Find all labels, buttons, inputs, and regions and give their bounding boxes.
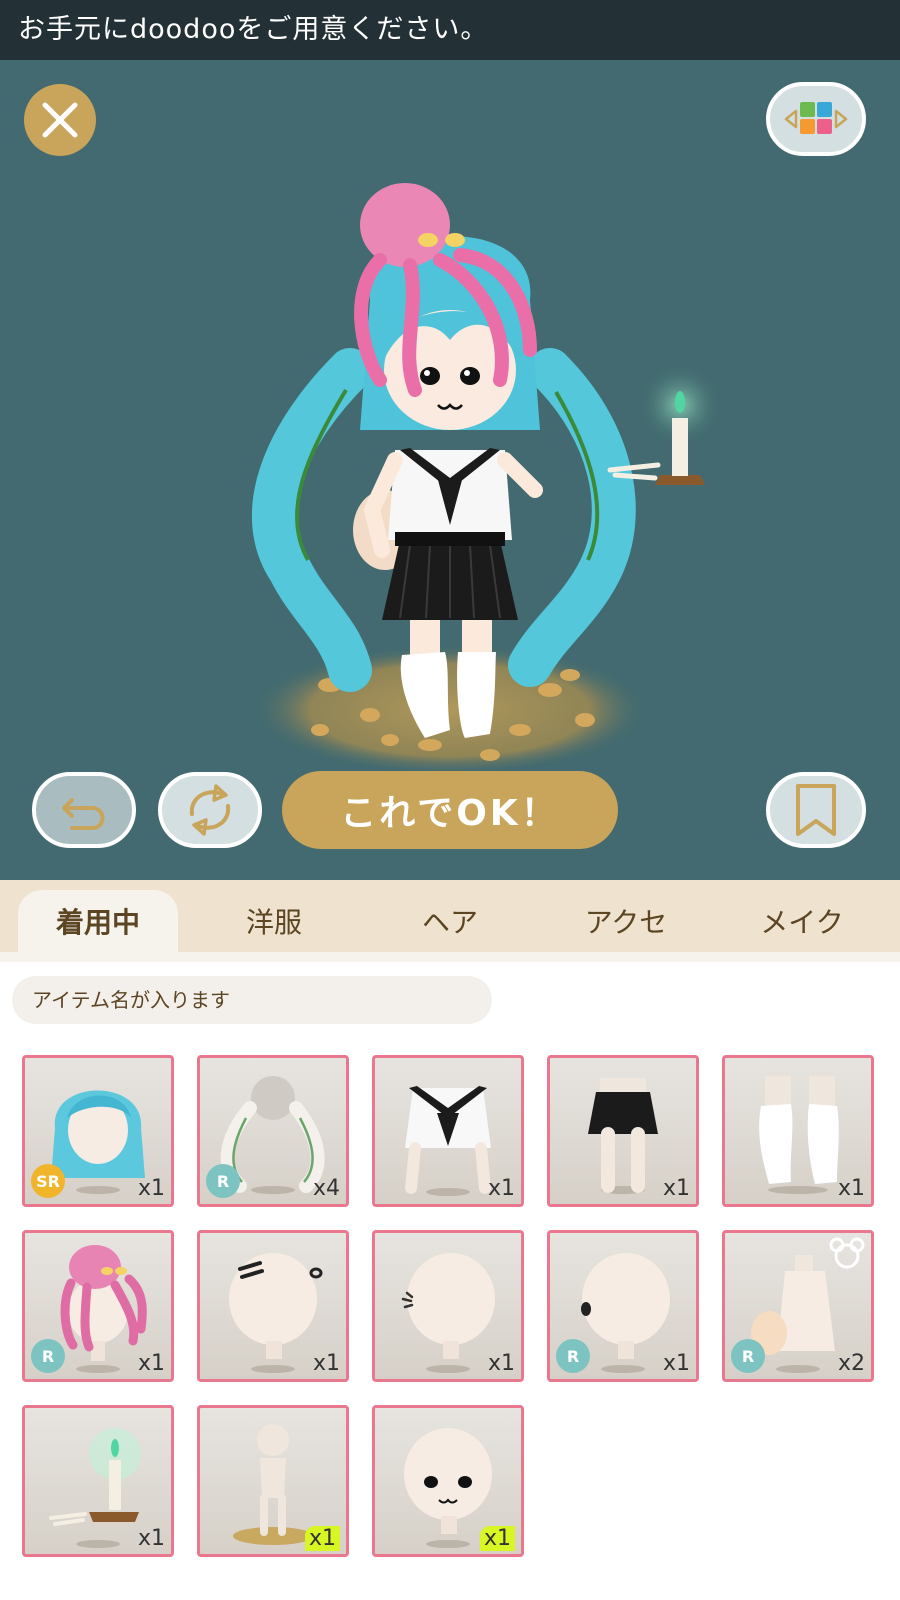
item-card-blue-wavy-hair[interactable]: SR x1 xyxy=(22,1055,174,1207)
tab-clothes[interactable]: 洋服 xyxy=(194,890,354,952)
item-card-candle-holder[interactable]: x1 xyxy=(22,1405,174,1557)
item-quantity: x4 xyxy=(312,1176,340,1201)
item-card-ear-piercing[interactable]: R x1 xyxy=(547,1230,699,1382)
item-card-face-makeup[interactable]: x1 xyxy=(372,1405,524,1557)
undo-button[interactable] xyxy=(32,772,136,848)
item-card-octopus-hat[interactable]: R x1 xyxy=(22,1230,174,1382)
item-card-loose-socks[interactable]: x1 xyxy=(722,1055,874,1207)
category-tab-bar: 着用中 洋服 ヘア アクセ メイク xyxy=(0,880,900,952)
item-quantity-new: x1 xyxy=(479,1526,515,1551)
item-card-ear-sparkle[interactable]: x1 xyxy=(372,1230,524,1382)
close-button[interactable] xyxy=(24,84,96,156)
item-card-braided-vine-hair[interactable]: R x4 xyxy=(197,1055,349,1207)
tab-wearing[interactable]: 着用中 xyxy=(18,890,178,952)
tab-hair[interactable]: ヘア xyxy=(370,890,530,952)
color-palette-button[interactable] xyxy=(766,82,866,156)
tab-makeup[interactable]: メイク xyxy=(722,890,882,952)
item-quantity: x1 xyxy=(137,1176,165,1201)
item-quantity: x1 xyxy=(837,1176,865,1201)
item-quantity: x1 xyxy=(137,1351,165,1376)
item-quantity: x1 xyxy=(487,1176,515,1201)
bookmark-button[interactable] xyxy=(766,772,866,848)
item-quantity: x1 xyxy=(662,1176,690,1201)
rarity-badge: SR xyxy=(31,1164,65,1198)
bear-icon xyxy=(829,1237,865,1269)
undo-icon xyxy=(62,798,105,830)
item-card-body-stand[interactable]: x1 xyxy=(197,1405,349,1557)
avatar-illustration xyxy=(250,183,722,776)
item-quantity: x1 xyxy=(487,1351,515,1376)
rarity-badge: R xyxy=(556,1339,590,1373)
item-quantity-new: x1 xyxy=(304,1526,340,1551)
confirm-ok-button[interactable]: これでOK！ xyxy=(282,771,618,849)
notice-banner: お手元にdoodooをご用意ください。 xyxy=(0,0,900,60)
refresh-icon xyxy=(189,784,231,836)
item-quantity: x1 xyxy=(312,1351,340,1376)
item-card-hair-clips[interactable]: x1 xyxy=(197,1230,349,1382)
item-quantity: x1 xyxy=(662,1351,690,1376)
rarity-badge: R xyxy=(731,1339,765,1373)
tab-accessories[interactable]: アクセ xyxy=(546,890,706,952)
close-icon xyxy=(42,102,78,138)
item-card-black-pleated-skirt[interactable]: x1 xyxy=(547,1055,699,1207)
rarity-badge: R xyxy=(31,1339,65,1373)
tab-underline xyxy=(0,952,900,962)
color-palette-icon xyxy=(784,102,848,134)
item-card-fluffy-tail[interactable]: R x2 xyxy=(722,1230,874,1382)
rarity-badge: R xyxy=(206,1164,240,1198)
item-quantity: x2 xyxy=(837,1351,865,1376)
item-quantity: x1 xyxy=(137,1526,165,1551)
bookmark-icon xyxy=(796,784,836,836)
avatar-stage: これでOK！ xyxy=(0,60,900,880)
item-card-sailor-top[interactable]: x1 xyxy=(372,1055,524,1207)
item-name-display: アイテム名が入ります xyxy=(12,976,492,1024)
reset-button[interactable] xyxy=(158,772,262,848)
